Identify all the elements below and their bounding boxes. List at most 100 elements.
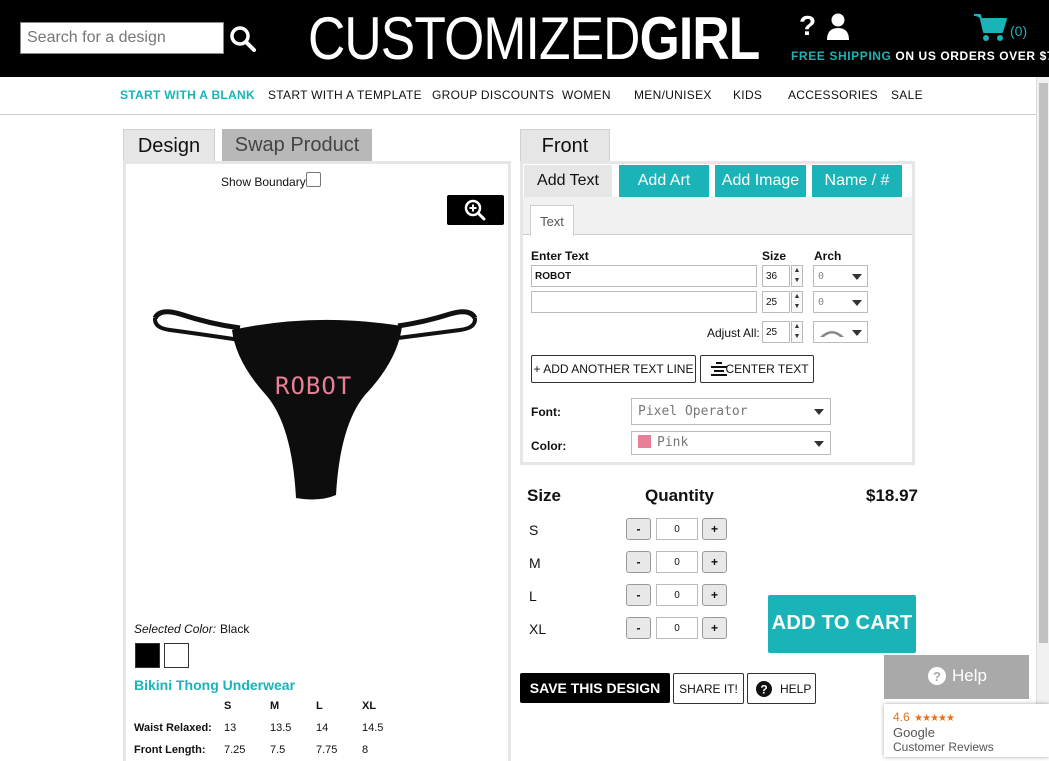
text-subtab-bar (523, 197, 912, 235)
arch-label: Arch (814, 249, 842, 263)
tab-design[interactable]: Design (123, 129, 215, 161)
nav-group-discounts[interactable]: GROUP DISCOUNTS (432, 88, 554, 102)
add-to-cart-button[interactable]: ADD TO CART (768, 595, 916, 653)
qty-minus-button[interactable]: - (626, 518, 651, 540)
quantity-header: Quantity (645, 486, 714, 505)
shipping-message: FREE SHIPPING ON US ORDERS OVER $70 (791, 49, 1049, 63)
size-chart-cell: 8 (362, 744, 369, 756)
cart-count[interactable]: (0) (1010, 23, 1027, 39)
tab-text[interactable]: Text (530, 205, 574, 236)
size-chart-cell: 13 (224, 722, 237, 734)
qty-plus-button[interactable]: + (702, 551, 727, 573)
tab-add-image[interactable]: Add Image (715, 165, 806, 197)
color-chip-pink (638, 435, 651, 448)
qty-minus-button[interactable]: - (626, 617, 651, 639)
nav-men-unisex[interactable]: MEN/UNISEX (634, 88, 712, 102)
size-chart-header-l: L (316, 700, 323, 712)
align-center-icon (711, 362, 727, 376)
size-chart-header-s: S (224, 700, 232, 712)
text-line-2-size[interactable]: 25 (762, 291, 790, 313)
size-label-s: S (529, 522, 539, 538)
top-header: Search for a design CUSTOMIZEDGIRL ? (0)… (0, 0, 1049, 77)
enter-text-label: Enter Text (531, 249, 589, 263)
qty-plus-button[interactable]: + (702, 518, 727, 540)
size-spinner[interactable]: ▲ ▼ (791, 291, 803, 313)
site-logo[interactable]: CUSTOMIZEDGIRL (308, 6, 760, 72)
text-line-1-input[interactable]: ROBOT (531, 265, 757, 287)
floating-help-button[interactable]: ? Help (884, 655, 1029, 699)
qty-plus-button[interactable]: + (702, 584, 727, 606)
text-line-2-arch[interactable]: 0 (813, 291, 868, 313)
tab-add-art[interactable]: Add Art (619, 165, 709, 197)
tab-front[interactable]: Front (520, 129, 610, 163)
search-icon[interactable] (229, 25, 257, 53)
size-chart-cell: 7.5 (270, 744, 286, 756)
color-swatch-white[interactable] (164, 643, 189, 668)
svg-text:?: ? (933, 669, 941, 684)
adjust-all-size[interactable]: 25 (762, 321, 790, 343)
save-design-button[interactable]: SAVE THIS DESIGN (520, 673, 670, 703)
review-google-label: Google (893, 725, 935, 740)
tab-add-text[interactable]: Add Text (524, 165, 612, 197)
font-select[interactable]: Pixel Operator (631, 398, 831, 425)
size-chart-cell: 7.25 (224, 744, 246, 756)
cart-icon[interactable] (973, 12, 1007, 42)
size-chart-row-label: Waist Relaxed: (134, 722, 212, 734)
search-input[interactable]: Search for a design (20, 22, 224, 54)
nav-start-template[interactable]: START WITH A TEMPLATE (268, 88, 422, 102)
size-chart-cell: 13.5 (270, 722, 292, 734)
chevron-down-icon (852, 330, 862, 336)
page-scrollbar[interactable] (1036, 77, 1049, 757)
text-line-2-input[interactable] (531, 291, 757, 313)
tab-name-number[interactable]: Name / # (812, 165, 902, 197)
size-spinner[interactable]: ▲ ▼ (791, 321, 803, 343)
size-spinner[interactable]: ▲ ▼ (791, 265, 803, 287)
text-line-1-arch[interactable]: 0 (813, 265, 868, 287)
zoom-button[interactable] (447, 195, 504, 225)
adjust-all-arch[interactable] (813, 321, 868, 343)
question-circle-icon: ? (756, 681, 772, 697)
qty-input-l[interactable]: 0 (656, 584, 698, 606)
size-chart-header-xl: XL (362, 700, 377, 712)
review-customer-label: Customer Reviews (893, 740, 994, 754)
help-button[interactable]: ? HELP (747, 673, 816, 704)
qty-input-xl[interactable]: 0 (656, 617, 698, 639)
show-boundary-checkbox[interactable] (306, 172, 321, 187)
qty-input-s[interactable]: 0 (656, 518, 698, 540)
nav-sale[interactable]: SALE (891, 88, 923, 102)
user-account-icon[interactable] (826, 13, 850, 41)
svg-text:?: ? (760, 683, 767, 697)
size-chart-header-m: M (270, 700, 280, 712)
adjust-all-label: Adjust All: (707, 326, 760, 340)
add-text-line-button[interactable]: + ADD ANOTHER TEXT LINE (531, 355, 696, 383)
product-name[interactable]: Bikini Thong Underwear (134, 677, 295, 693)
nav-women[interactable]: WOMEN (562, 88, 611, 102)
star-rating-icon: ★★★★★ (914, 713, 955, 724)
google-reviews-badge[interactable]: 4.6 ★★★★★ Google Customer Reviews (884, 704, 1049, 757)
center-text-button[interactable]: CENTER TEXT (700, 355, 814, 383)
qty-minus-button[interactable]: - (626, 584, 651, 606)
share-button[interactable]: SHARE IT! (673, 673, 744, 704)
color-select[interactable]: Pink (631, 431, 831, 455)
help-question-icon[interactable]: ? (799, 10, 816, 42)
nav-start-blank[interactable]: START WITH A BLANK (120, 88, 255, 102)
size-chart-cell: 7.75 (316, 744, 338, 756)
product-preview-text[interactable]: ROBOT (275, 372, 352, 400)
size-label-xl: XL (529, 621, 547, 637)
text-line-1-size[interactable]: 36 (762, 265, 790, 287)
nav-accessories[interactable]: ACCESSORIES (788, 88, 878, 102)
size-label-l: L (529, 588, 537, 604)
chevron-down-icon (852, 274, 862, 280)
qty-plus-button[interactable]: + (702, 617, 727, 639)
color-swatch-black[interactable] (135, 643, 160, 668)
qty-input-m[interactable]: 0 (656, 551, 698, 573)
product-image-thong (152, 309, 478, 500)
chevron-down-icon (814, 441, 824, 447)
font-label: Font: (531, 405, 561, 419)
tab-swap-product[interactable]: Swap Product (222, 129, 372, 161)
qty-minus-button[interactable]: - (626, 551, 651, 573)
size-header: Size (527, 486, 562, 505)
scrollbar-thumb[interactable] (1039, 83, 1048, 643)
size-chart-cell: 14 (316, 722, 329, 734)
nav-kids[interactable]: KIDS (733, 88, 762, 102)
